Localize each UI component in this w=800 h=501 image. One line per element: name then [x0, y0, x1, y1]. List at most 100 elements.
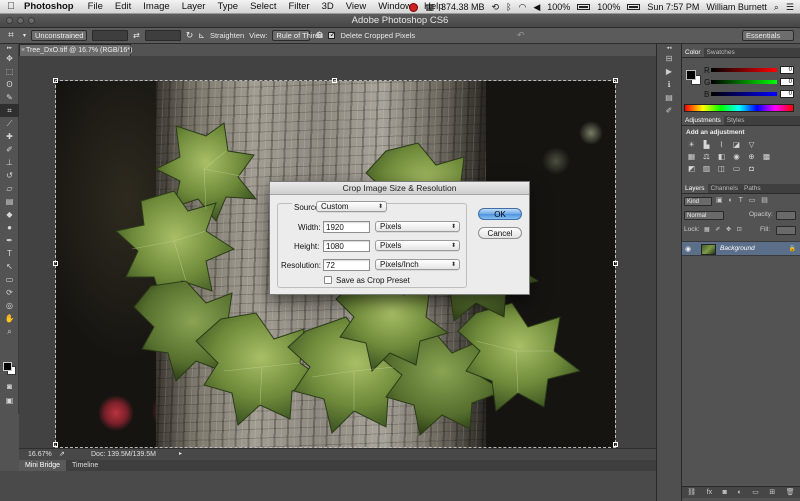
- tab-swatches[interactable]: Swatches: [704, 48, 738, 57]
- width-input[interactable]: 1920: [323, 221, 370, 233]
- levels-icon[interactable]: ▙: [701, 140, 712, 149]
- status-menu-arrow-icon[interactable]: ▸: [179, 449, 182, 460]
- eraser-tool-icon[interactable]: ▱: [0, 182, 19, 195]
- marquee-tool-icon[interactable]: ⬚: [0, 65, 19, 78]
- menu-select[interactable]: Select: [244, 1, 282, 12]
- pen-tool-icon[interactable]: ✒: [0, 234, 19, 247]
- blue-value[interactable]: 0: [780, 90, 794, 98]
- hand-tool-icon[interactable]: ✋: [0, 312, 19, 325]
- type-tool-icon[interactable]: T: [0, 247, 19, 260]
- save-preset-checkbox[interactable]: [324, 276, 332, 284]
- crop-handle-top-right[interactable]: [613, 78, 618, 83]
- notification-icon[interactable]: ☰: [786, 2, 794, 13]
- document-tab[interactable]: × Tree_DxO.tiff @ 16.7% (RGB/16*): [19, 44, 132, 56]
- add-mask-icon[interactable]: ◙: [723, 487, 727, 498]
- 3d-tool-icon[interactable]: ⟳: [0, 286, 19, 299]
- green-slider-row[interactable]: G 0: [704, 78, 800, 87]
- shape-tool-icon[interactable]: ▭: [0, 273, 19, 286]
- ok-button[interactable]: OK: [478, 208, 522, 220]
- clear-icon[interactable]: ↻: [186, 30, 194, 41]
- foreground-color-swatch[interactable]: [3, 362, 12, 371]
- eyedropper-tool-icon[interactable]: ⟋: [0, 117, 19, 130]
- height-input[interactable]: 1080: [323, 240, 370, 252]
- vibrance-icon[interactable]: ▽: [746, 140, 757, 149]
- blend-mode-dropdown[interactable]: Normal: [684, 211, 724, 220]
- menu-view[interactable]: View: [340, 1, 372, 12]
- workspace-dropdown[interactable]: Essentials: [742, 30, 794, 41]
- tab-timeline[interactable]: Timeline: [66, 460, 104, 471]
- menu-3d[interactable]: 3D: [316, 1, 340, 12]
- overlay-view-dropdown[interactable]: Rule of Thirds: [272, 30, 323, 41]
- invert-icon[interactable]: ◩: [686, 164, 697, 173]
- actions-panel-icon[interactable]: ▶: [657, 65, 681, 78]
- hue-sat-icon[interactable]: ▦: [686, 152, 697, 161]
- tab-mini-bridge[interactable]: Mini Bridge: [19, 460, 67, 471]
- expand-panels-icon[interactable]: ◂◂: [657, 44, 681, 52]
- crop-handle-top[interactable]: [332, 78, 337, 83]
- tab-paths[interactable]: Paths: [741, 184, 764, 193]
- source-dropdown[interactable]: Custom ⬍: [316, 201, 387, 212]
- close-window-button[interactable]: [6, 17, 13, 24]
- volume-icon[interactable]: ◀: [533, 2, 540, 13]
- menu-filter[interactable]: Filter: [282, 1, 315, 12]
- dodge-tool-icon[interactable]: ●: [0, 221, 19, 234]
- clock[interactable]: Sun 7:57 PM: [647, 2, 699, 12]
- black-white-icon[interactable]: ◧: [716, 152, 727, 161]
- crop-handle-right[interactable]: [613, 261, 618, 266]
- memory-readout[interactable]: 374.38 MB: [441, 2, 485, 12]
- timemachine-icon[interactable]: ⟲: [492, 2, 500, 13]
- history-brush-tool-icon[interactable]: ↺: [0, 169, 19, 182]
- selective-color-icon[interactable]: ◘: [746, 164, 757, 173]
- clone-stamp-tool-icon[interactable]: ⊥: [0, 156, 19, 169]
- exposure-icon[interactable]: ◪: [731, 140, 742, 149]
- menu-edit[interactable]: Edit: [109, 1, 137, 12]
- fill-field[interactable]: [776, 226, 796, 235]
- apple-menu-icon[interactable]: : [0, 1, 22, 12]
- crop-tool-preset-icon[interactable]: ⌗: [4, 30, 18, 41]
- tab-color[interactable]: Color: [682, 48, 704, 57]
- brush-tool-icon[interactable]: ✐: [0, 143, 19, 156]
- layer-background[interactable]: ◉ Background 🔒: [682, 241, 800, 256]
- battery-right-percent[interactable]: 100%: [597, 2, 620, 12]
- new-adjustment-icon[interactable]: ◐: [737, 487, 741, 498]
- photo-filter-icon[interactable]: ◉: [731, 152, 742, 161]
- layer-filter-icons[interactable]: ▣ ◐ T ▭ ▤: [716, 196, 770, 206]
- fx-icon[interactable]: fx: [707, 487, 712, 498]
- gradient-map-icon[interactable]: ▭: [731, 164, 742, 173]
- chevron-down-icon[interactable]: ▾: [23, 32, 26, 39]
- user-name[interactable]: William Burnett: [706, 2, 767, 12]
- close-tab-icon[interactable]: ×: [21, 45, 25, 56]
- layer-name[interactable]: Background: [720, 245, 755, 252]
- red-slider-row[interactable]: R 0: [704, 66, 800, 75]
- lasso-tool-icon[interactable]: ʘ: [0, 78, 19, 91]
- link-layers-icon[interactable]: ⛓: [687, 487, 696, 498]
- crop-handle-bottom-left[interactable]: [53, 442, 58, 447]
- gear-icon[interactable]: ⚙: [315, 30, 323, 41]
- properties-panel-icon[interactable]: ▤: [657, 91, 681, 104]
- history-panel-icon[interactable]: ⊟: [657, 52, 681, 65]
- green-value[interactable]: 0: [780, 78, 794, 86]
- resolution-input[interactable]: 72: [323, 259, 370, 271]
- minimize-window-button[interactable]: [17, 17, 24, 24]
- wifi-icon[interactable]: ◠: [518, 2, 526, 13]
- new-layer-icon[interactable]: ⊞: [769, 487, 775, 498]
- healing-tool-icon[interactable]: ✚: [0, 130, 19, 143]
- green-slider[interactable]: [711, 80, 777, 84]
- undo-icon[interactable]: ↶: [517, 30, 525, 41]
- height-unit-dropdown[interactable]: Pixels ⬍: [375, 240, 460, 251]
- screen-mode-icon[interactable]: ▣: [0, 394, 19, 407]
- blue-slider-row[interactable]: B 0: [704, 90, 800, 99]
- width-unit-dropdown[interactable]: Pixels ⬍: [375, 221, 460, 232]
- menu-layer[interactable]: Layer: [176, 1, 212, 12]
- crop-ratio-dropdown[interactable]: Unconstrained: [31, 30, 88, 41]
- color-lookup-icon[interactable]: ▩: [761, 152, 772, 161]
- swap-dimensions-icon[interactable]: ⇄: [133, 31, 140, 40]
- 3d-camera-tool-icon[interactable]: ◎: [0, 299, 19, 312]
- tab-adjustments[interactable]: Adjustments: [682, 116, 724, 125]
- crop-handle-bottom-right[interactable]: [613, 442, 618, 447]
- color-balance-icon[interactable]: ⚖: [701, 152, 712, 161]
- crop-handle-top-left[interactable]: [53, 78, 58, 83]
- save-preset-label[interactable]: Save as Crop Preset: [336, 276, 410, 285]
- blur-tool-icon[interactable]: ◆: [0, 208, 19, 221]
- move-tool-icon[interactable]: ✥: [0, 52, 19, 65]
